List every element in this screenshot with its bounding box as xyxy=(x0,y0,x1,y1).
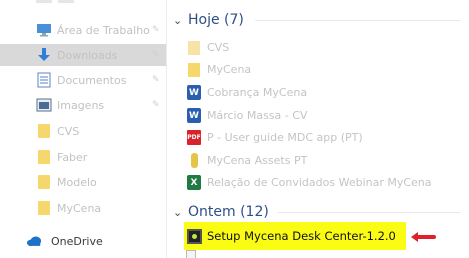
pane-divider[interactable] xyxy=(166,0,167,258)
red-arrow-annotation xyxy=(411,232,436,242)
group-separator xyxy=(278,212,460,213)
folder-icon xyxy=(186,40,202,56)
sidebar-item-label: Área de Trabalho xyxy=(57,23,150,37)
sidebar-item-faber[interactable]: Faber xyxy=(0,146,166,168)
sidebar-item-label: Imagens xyxy=(57,98,105,112)
file-row[interactable]: W Márcio Massa - CV xyxy=(186,106,469,125)
sidebar-item-downloads[interactable]: Downloads ✎ xyxy=(0,44,166,66)
file-row[interactable]: MyCena Assets PT xyxy=(186,151,469,170)
sidebar-item-label: Documentos xyxy=(57,73,127,87)
pdf-icon: PDF xyxy=(186,130,202,146)
file-row[interactable]: X Relação de Convidados Webinar MyCena xyxy=(186,173,469,192)
file-name: Relação de Convidados Webinar MyCena xyxy=(207,176,432,189)
group-separator xyxy=(255,20,460,21)
file-row[interactable]: PDF P - User guide MDC app (PT) xyxy=(186,128,469,147)
group-label: Hoje (7) xyxy=(188,12,244,28)
folder-icon xyxy=(36,174,52,190)
folder-icon xyxy=(36,200,52,216)
pin-icon[interactable]: ✎ xyxy=(152,50,160,60)
file-name: Cobrança MyCena xyxy=(207,86,308,99)
word-document-icon: W xyxy=(186,108,202,124)
sidebar-item-label: MyCena xyxy=(57,201,102,215)
file-name: Márcio Massa - CV xyxy=(207,109,308,122)
sidebar-item-desktop[interactable]: Área de Trabalho ✎ xyxy=(0,19,166,41)
navigation-pane: Área de Trabalho ✎ Downloads ✎ Documento… xyxy=(0,0,166,258)
file-name: MyCena xyxy=(207,63,252,76)
chevron-down-icon[interactable]: ⌄ xyxy=(173,14,188,27)
folder-icon xyxy=(36,123,52,139)
file-name: CVS xyxy=(207,41,230,54)
documents-icon xyxy=(36,72,52,88)
pin-icon[interactable]: ✎ xyxy=(152,75,160,85)
file-name: P - User guide MDC app (PT) xyxy=(207,131,363,144)
sidebar-item-pictures[interactable]: Imagens ✎ xyxy=(0,94,166,116)
file-name: MyCena Assets PT xyxy=(207,154,308,167)
file-icon xyxy=(186,250,196,258)
sidebar-item-onedrive[interactable]: OneDrive xyxy=(0,230,166,252)
sidebar-item-modelo[interactable]: Modelo xyxy=(0,171,166,193)
sidebar-item-documents[interactable]: Documentos ✎ xyxy=(0,69,166,91)
chevron-down-icon[interactable]: ⌄ xyxy=(173,206,188,219)
pin-icon[interactable]: ✎ xyxy=(152,25,160,35)
sidebar-item-cvs[interactable]: CVS xyxy=(0,120,166,142)
installer-icon xyxy=(187,228,202,244)
file-row-partial[interactable] xyxy=(186,250,196,258)
sidebar-item-label: CVS xyxy=(57,124,80,138)
excel-icon: X xyxy=(186,175,202,191)
sidebar-item-label: OneDrive xyxy=(51,234,103,248)
download-arrow-icon xyxy=(36,47,52,63)
archive-icon xyxy=(186,153,202,169)
file-row[interactable]: MyCena xyxy=(186,60,469,79)
cloud-icon xyxy=(26,233,42,249)
folder-icon xyxy=(36,149,52,165)
group-label: Ontem (12) xyxy=(188,204,269,220)
file-row-highlighted[interactable]: Setup Mycena Desk Center-1.2.0 xyxy=(184,222,406,250)
file-row[interactable]: CVS xyxy=(186,38,469,57)
sidebar-item-label: Downloads xyxy=(57,48,118,62)
word-document-icon: W xyxy=(186,85,202,101)
sidebar-item-label: Modelo xyxy=(57,175,97,189)
group-header-today[interactable]: ⌄ Hoje (7) xyxy=(173,10,244,30)
desktop-icon xyxy=(36,22,52,38)
pin-icon[interactable]: ✎ xyxy=(152,100,160,110)
sidebar-item-mycena[interactable]: MyCena xyxy=(0,197,166,219)
group-header-yesterday[interactable]: ⌄ Ontem (12) xyxy=(173,202,269,222)
file-row[interactable]: W Cobrança MyCena xyxy=(186,83,469,102)
file-name: Setup Mycena Desk Center-1.2.0 xyxy=(207,229,396,243)
pictures-icon xyxy=(36,97,52,113)
folder-icon xyxy=(186,62,202,78)
sidebar-item-label: Faber xyxy=(57,150,88,164)
